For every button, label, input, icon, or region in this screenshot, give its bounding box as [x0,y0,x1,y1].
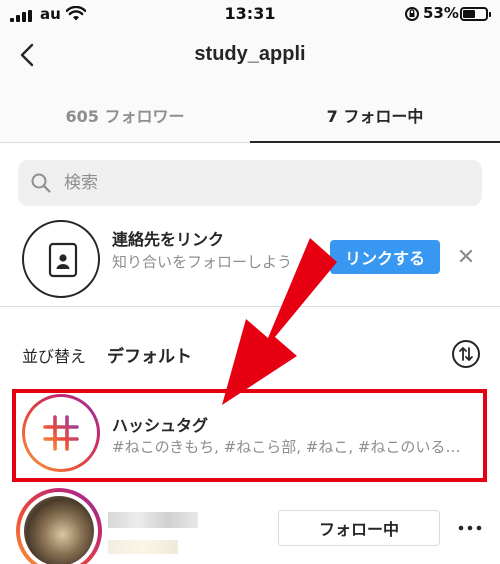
link-contacts-button[interactable]: リンクする [330,240,440,274]
contacts-avatar [22,220,100,298]
active-tab-indicator [250,141,500,143]
user-row[interactable]: フォロー中 [0,484,500,564]
ellipsis-icon[interactable] [458,524,482,532]
sort-label: 並び替え [22,347,87,366]
blurred-username [108,512,198,528]
orientation-lock-icon [405,7,419,21]
battery-icon [460,7,491,21]
sort-value[interactable]: デフォルト [107,342,192,367]
header: study_appli [0,30,500,86]
blurred-fullname [108,540,178,554]
section-divider [0,306,500,307]
battery-percent: 53% [423,4,459,22]
contact-book-icon [48,242,78,278]
contacts-title: 連絡先をリンク [112,230,225,249]
follow-tabs: 605 フォロワー 7 フォロー中 [0,86,500,143]
tab-followers[interactable]: 605 フォロワー [0,86,250,143]
sort-toggle-button[interactable] [452,340,480,368]
link-contacts-card: 連絡先をリンク 知り合いをフォローしよう リンクする [0,214,500,306]
hashtag-icon [43,415,79,451]
hashtags-row[interactable]: ハッシュタグ #ねこのきもち, #ねこら部, #ねこ, #ねこのいる生活 [0,384,500,484]
sort-arrows-icon [459,347,473,361]
following-button[interactable]: フォロー中 [278,510,440,546]
hashtags-subtitle: #ねこのきもち, #ねこら部, #ねこ, #ねこのいる生活 [112,438,472,456]
page-title: study_appli [194,43,306,65]
tab-following[interactable]: 7 フォロー中 [250,86,500,143]
contacts-subtitle: 知り合いをフォローしよう [112,253,293,271]
search-icon [31,173,51,193]
hashtag-avatar [22,394,100,472]
close-icon[interactable] [456,246,476,266]
avatar[interactable] [16,488,102,564]
search-input[interactable] [64,160,464,206]
hashtags-title: ハッシュタグ [112,416,209,435]
search-bar[interactable] [18,160,482,206]
status-bar: au 13:31 53% [0,0,500,30]
